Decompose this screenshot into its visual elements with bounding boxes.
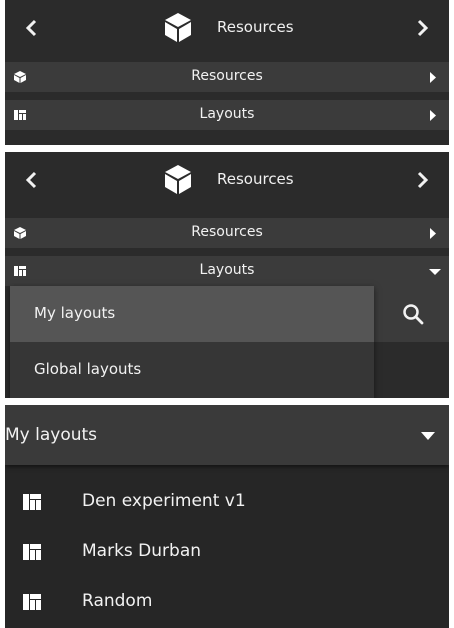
option-my-layouts[interactable]: My layouts	[10, 286, 374, 342]
resources-row[interactable]: Resources	[5, 218, 449, 248]
list-item-label: Den experiment v1	[82, 491, 246, 511]
option-label: Global layouts	[34, 360, 142, 378]
layouts-row-label: Layouts	[199, 262, 255, 278]
next-button[interactable]	[405, 10, 439, 46]
header-bar: Resources	[5, 152, 449, 208]
chevron-left-icon	[25, 171, 37, 189]
layouts-row-label: Layouts	[199, 106, 255, 122]
chevron-left-icon	[25, 19, 37, 37]
resources-row-label: Resources	[191, 224, 263, 240]
chevron-right-icon	[417, 171, 429, 189]
selector-label: My layouts	[5, 425, 98, 445]
panel-background	[374, 342, 449, 398]
search-button[interactable]	[374, 286, 449, 342]
caret-down-icon	[429, 269, 441, 275]
caret-down-icon	[421, 432, 435, 440]
prev-button[interactable]	[15, 162, 49, 198]
chevron-right-icon	[417, 19, 429, 37]
option-label: My layouts	[34, 304, 116, 322]
list-item-label: Random	[82, 591, 153, 611]
layouts-row[interactable]: Layouts	[5, 256, 449, 286]
prev-button[interactable]	[15, 10, 49, 46]
layouts-dropdown-menu: My layouts Global layouts	[10, 286, 374, 398]
list-item[interactable]: Den experiment v1	[5, 477, 449, 527]
next-button[interactable]	[405, 162, 439, 198]
list-item-label: Marks Durban	[82, 541, 202, 561]
cube-icon	[165, 165, 191, 194]
option-global-layouts[interactable]: Global layouts	[10, 342, 374, 398]
header-title: Resources	[217, 170, 294, 188]
resources-panel-collapsed: Resources Resources Layouts	[5, 0, 449, 145]
layout-icon	[23, 494, 41, 510]
layouts-selector[interactable]: My layouts	[5, 405, 449, 465]
search-icon	[403, 304, 424, 325]
layout-icon	[23, 544, 41, 560]
resources-row[interactable]: Resources	[5, 62, 449, 92]
layout-icon	[23, 594, 41, 610]
caret-right-icon	[430, 72, 436, 83]
header-title: Resources	[217, 18, 294, 36]
header-bar: Resources	[5, 0, 449, 56]
caret-right-icon	[430, 110, 436, 121]
resources-row-label: Resources	[191, 68, 263, 84]
caret-right-icon	[430, 228, 436, 239]
layouts-list-panel: My layouts Den experiment v1 Marks Durba…	[5, 405, 449, 628]
list-item[interactable]: Marks Durban	[5, 527, 449, 577]
cube-icon	[165, 13, 191, 42]
list-item[interactable]: Random	[5, 577, 449, 627]
layouts-row[interactable]: Layouts	[5, 100, 449, 130]
resources-panel-dropdown: Resources Resources Layouts My layouts G…	[5, 152, 449, 398]
